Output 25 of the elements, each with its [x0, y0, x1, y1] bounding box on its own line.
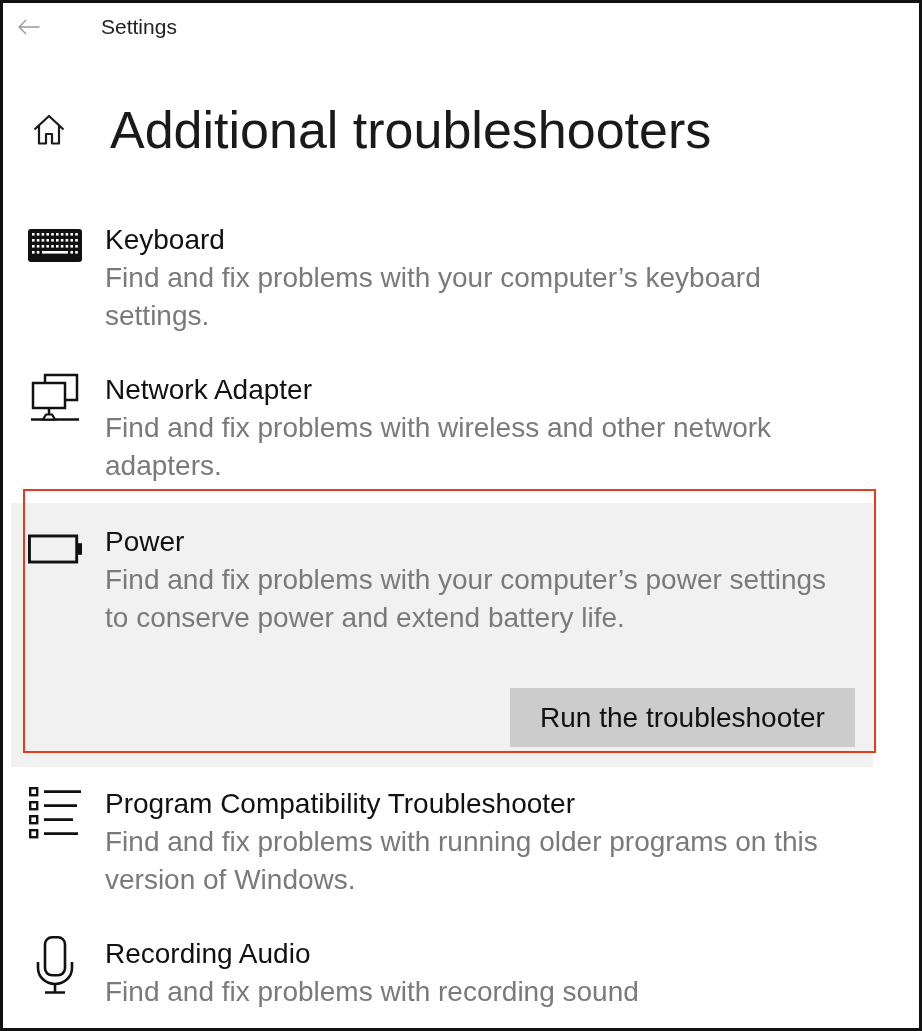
battery-icon: [28, 534, 82, 564]
item-title: Network Adapter: [105, 373, 313, 407]
item-title: Program Compatibility Troubleshooter: [105, 787, 576, 821]
troubleshooter-item[interactable]: Program Compatibility Troubleshooter Find and fix problems with running older programs on this version of Windows.: [11, 767, 873, 917]
microphone-icon: [35, 936, 75, 994]
page-title: Additional troubleshooters: [110, 100, 712, 161]
item-description: Find and fix problems with your computer’s power settings to conserve power and extend battery life.: [105, 563, 828, 635]
item-title: Recording Audio: [105, 937, 312, 971]
back-button[interactable]: [18, 18, 40, 35]
item-description: Find and fix problems with wireless and other network adapters.: [105, 411, 773, 483]
item-title: Power: [105, 525, 186, 559]
item-description: Find and fix problems with your computer’s keyboard settings.: [105, 261, 762, 333]
list-icon: [29, 787, 81, 839]
troubleshooter-item[interactable]: Recording Audio Find and fix problems with recording sound: [11, 917, 873, 1028]
home-icon[interactable]: [33, 114, 65, 146]
keyboard-icon: [28, 229, 82, 262]
run-troubleshooter-button[interactable]: Run the troubleshooter: [510, 688, 855, 747]
window-title: Settings: [101, 14, 177, 39]
troubleshooter-item[interactable]: Network Adapter Find and fix problems with wireless and other network adapters.: [11, 353, 873, 503]
item-description: Find and fix problems with running older programs on this version of Windows.: [105, 825, 819, 897]
item-description: Find and fix problems with recording sound: [105, 975, 640, 1009]
troubleshooter-item[interactable]: Power Find and fix problems with your computer’s power settings to conserve power and extend battery life. Run the troubleshooter: [11, 503, 873, 767]
back-arrow-icon: [18, 18, 40, 35]
troubleshooter-item[interactable]: Keyboard Find and fix problems with your computer’s keyboard settings.: [11, 203, 873, 353]
item-title: Keyboard: [105, 223, 226, 257]
